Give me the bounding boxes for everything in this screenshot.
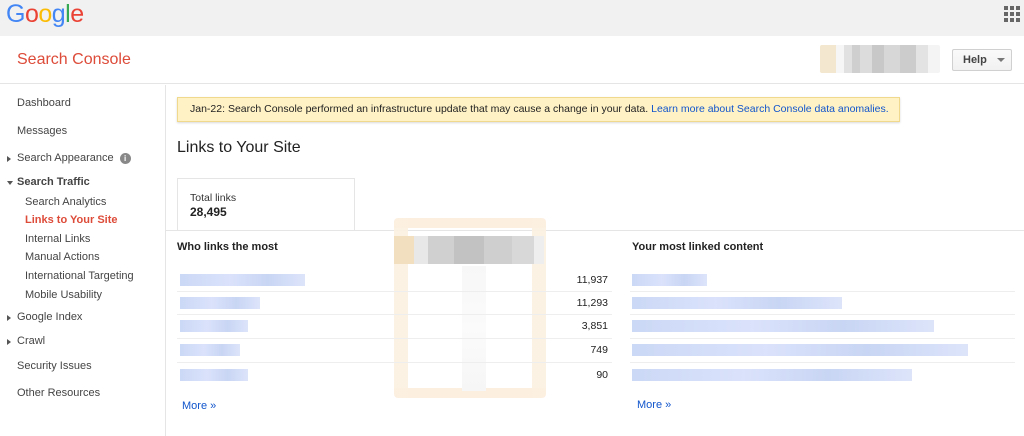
logo-letter: g [51, 0, 66, 28]
chevron-down-icon [997, 58, 1005, 62]
redacted-url[interactable] [632, 297, 842, 309]
sidebar-item-dashboard[interactable]: Dashboard [17, 97, 71, 109]
sidebar-item-google-index[interactable]: Google Index [17, 311, 82, 323]
link-count: 11,937 [576, 274, 608, 286]
who-links-more-link[interactable]: More » [182, 400, 216, 412]
total-links-label: Total links [190, 192, 237, 204]
row-divider [177, 362, 612, 363]
logo-letter: G [6, 0, 25, 28]
redacted-url[interactable] [632, 274, 707, 286]
section-divider [166, 230, 1024, 231]
table-row[interactable] [630, 339, 1015, 361]
sidebar-item-manual-actions[interactable]: Manual Actions [25, 251, 100, 263]
total-links-card: Total links 28,495 [177, 178, 355, 230]
sidebar-item-search-analytics[interactable]: Search Analytics [25, 196, 106, 208]
sidebar-item-label: Search Appearance [17, 152, 114, 164]
row-divider [630, 362, 1015, 363]
logo-letter: o [38, 0, 52, 28]
redacted-domain[interactable] [180, 320, 248, 332]
chevron-right-icon[interactable] [7, 315, 11, 321]
table-row[interactable]: 11,937 [177, 269, 612, 291]
table-row[interactable]: 90 [177, 364, 612, 386]
table-row[interactable] [630, 269, 1015, 291]
table-row[interactable]: 3,851 [177, 315, 612, 337]
page-title: Links to Your Site [177, 139, 301, 156]
app-header: Search Console Help [0, 36, 1024, 84]
notice-learn-more-link[interactable]: Learn more about Search Console data ano… [651, 103, 889, 115]
redacted-url[interactable] [632, 320, 934, 332]
logo-letter: o [24, 0, 39, 28]
account-selector[interactable] [820, 45, 940, 73]
table-row[interactable]: 749 [177, 339, 612, 361]
redacted-domain[interactable] [180, 274, 305, 286]
redacted-domain[interactable] [180, 297, 260, 309]
who-links-heading: Who links the most [177, 241, 278, 253]
chevron-right-icon[interactable] [7, 156, 11, 162]
link-count: 90 [596, 369, 608, 381]
apps-grid-icon[interactable] [1004, 6, 1020, 22]
redacted-domain[interactable] [180, 344, 240, 356]
sidebar-item-links-to-your-site[interactable]: Links to Your Site [25, 214, 118, 226]
total-links-value: 28,495 [190, 205, 227, 219]
table-row[interactable]: 11,293 [177, 292, 612, 314]
most-linked-more-link[interactable]: More » [637, 399, 671, 411]
table-row[interactable] [630, 292, 1015, 314]
sidebar-item-security-issues[interactable]: Security Issues [17, 360, 92, 372]
chevron-right-icon[interactable] [7, 339, 11, 345]
sidebar-item-messages[interactable]: Messages [17, 125, 67, 137]
redacted-header [394, 236, 544, 264]
info-icon[interactable]: i [119, 153, 131, 164]
sidebar-item-search-traffic[interactable]: Search Traffic [17, 176, 90, 188]
data-anomaly-notice: Jan-22: Search Console performed an infr… [177, 97, 900, 122]
help-button[interactable]: Help [952, 49, 1012, 71]
link-count: 11,293 [576, 297, 608, 309]
link-count: 3,851 [581, 320, 608, 332]
redacted-url[interactable] [632, 369, 912, 381]
sidebar-item-mobile-usability[interactable]: Mobile Usability [25, 289, 102, 301]
redacted-url[interactable] [632, 344, 968, 356]
most-linked-heading: Your most linked content [632, 241, 764, 253]
sidebar-nav: Dashboard Messages Search Appearance i Se… [0, 85, 166, 436]
sidebar-item-crawl[interactable]: Crawl [17, 335, 45, 347]
notice-text: Jan-22: Search Console performed an infr… [190, 103, 652, 115]
chevron-down-icon[interactable] [7, 181, 13, 185]
link-count: 749 [590, 344, 608, 356]
redacted-domain[interactable] [180, 369, 248, 381]
table-row[interactable] [630, 364, 1015, 386]
app-title[interactable]: Search Console [17, 51, 131, 69]
google-top-bar: Google [0, 0, 1024, 36]
sidebar-item-internal-links[interactable]: Internal Links [25, 233, 90, 245]
google-logo[interactable]: Google [6, 0, 84, 28]
sidebar-item-search-appearance[interactable]: Search Appearance i [17, 152, 131, 164]
sidebar-item-other-resources[interactable]: Other Resources [17, 387, 100, 399]
table-row[interactable] [630, 315, 1015, 337]
sidebar-item-international-targeting[interactable]: International Targeting [25, 270, 134, 282]
help-button-label: Help [963, 54, 987, 66]
logo-letter: e [70, 0, 84, 28]
